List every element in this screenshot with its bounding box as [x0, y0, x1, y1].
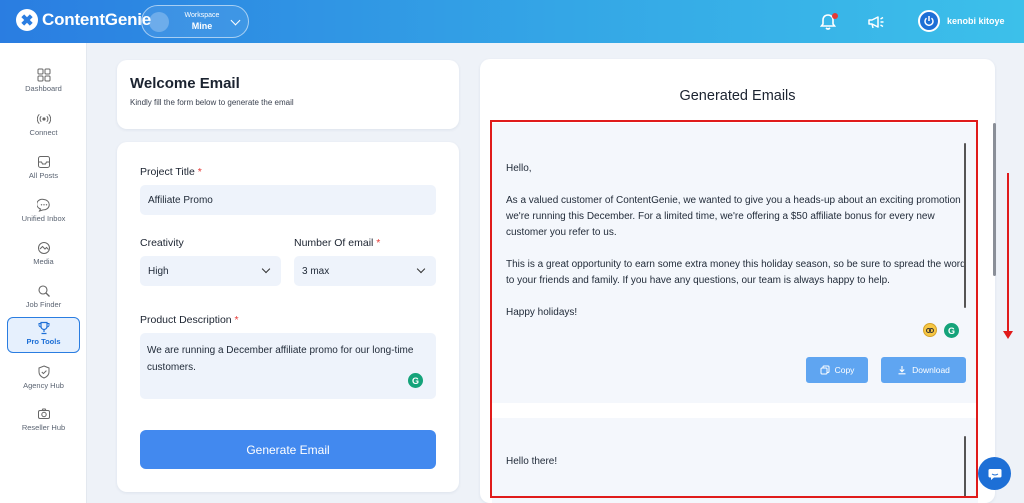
sidebar-item-dashboard[interactable]: Dashboard — [7, 65, 80, 101]
sidebar-item-reseller-hub[interactable]: Reseller Hub — [7, 404, 80, 440]
sidebar-item-label: Connect — [29, 128, 58, 137]
user-name: kenobi kitoye — [947, 16, 1005, 26]
logo-icon — [16, 9, 38, 31]
broadcast-icon — [36, 113, 51, 125]
scroll-down-arrow — [1003, 173, 1013, 339]
generate-email-button[interactable]: Generate Email — [140, 430, 436, 469]
workspace-switcher[interactable]: Workspace Mine — [141, 5, 249, 38]
page-title: Welcome Email — [130, 75, 240, 92]
email-body[interactable]: Hello there! — [506, 454, 966, 486]
sidebar: Dashboard Connect All Posts Unified Inbo… — [0, 43, 87, 503]
workspace-text: Workspace Mine — [172, 12, 232, 31]
product-description-value: We are running a December affiliate prom… — [147, 345, 414, 373]
number-of-email-value: 3 max — [302, 266, 330, 277]
sidebar-item-label: Media — [33, 257, 54, 266]
sidebar-item-label: Dashboard — [25, 84, 62, 93]
email-card: Hello, As a valued customer of ContentGe… — [492, 123, 978, 403]
product-description-textarea[interactable]: We are running a December affiliate prom… — [140, 333, 436, 399]
workspace-avatar — [149, 12, 169, 32]
chat-support-button[interactable] — [978, 457, 1011, 490]
copy-icon — [820, 365, 830, 375]
creativity-label: Creativity — [140, 237, 184, 249]
trophy-icon — [38, 321, 49, 335]
top-header: ContentGenie Workspace Mine kenobi kitoy… — [0, 0, 1024, 43]
sidebar-item-agency-hub[interactable]: Agency Hub — [7, 362, 80, 398]
number-of-email-select[interactable]: 3 max — [294, 256, 436, 286]
email-paragraph: This is a great opportunity to earn some… — [506, 259, 966, 286]
sidebar-item-all-posts[interactable]: All Posts — [7, 152, 80, 188]
page-subtitle: Kindly fill the form below to generate t… — [130, 98, 294, 107]
media-icon — [37, 242, 50, 254]
sidebar-item-connect[interactable]: Connect — [7, 109, 80, 145]
sidebar-item-label: All Posts — [28, 171, 59, 180]
megaphone-icon[interactable] — [866, 12, 886, 32]
user-menu[interactable]: kenobi kitoye — [918, 10, 1005, 32]
workspace-value: Mine — [191, 21, 213, 31]
project-title-value: Affiliate Promo — [148, 195, 213, 206]
brand-name: ContentGenie — [42, 10, 152, 29]
email-paragraph: Happy holidays! — [506, 307, 578, 318]
sidebar-item-label: Pro Tools — [26, 337, 61, 346]
copy-button[interactable]: Copy — [806, 357, 868, 383]
grammarly-icon[interactable]: G — [408, 373, 423, 388]
email-paragraph: Hello there! — [506, 456, 558, 467]
product-description-label: Product Description * — [140, 314, 239, 326]
project-title-label: Project Title * — [140, 166, 202, 178]
label-text: Project Title — [140, 166, 195, 178]
copy-label: Copy — [834, 365, 855, 375]
shield-icon — [38, 365, 49, 379]
camera-icon — [37, 408, 50, 419]
generated-emails-title: Generated Emails — [679, 88, 796, 104]
chat-bubble-icon — [36, 198, 50, 212]
notification-dot — [832, 13, 838, 19]
emoji-reaction-icon[interactable] — [923, 323, 937, 337]
chevron-down-icon — [416, 264, 426, 274]
sidebar-item-label: Unified Inbox — [21, 214, 66, 223]
notifications-bell-icon[interactable] — [818, 12, 838, 32]
label-text: Number Of email — [294, 237, 374, 249]
number-of-email-label: Number Of email * — [294, 237, 380, 249]
project-title-input[interactable]: Affiliate Promo — [140, 185, 436, 215]
grammarly-icon[interactable]: G — [944, 323, 959, 338]
sidebar-item-label: Job Finder — [25, 300, 62, 309]
sidebar-item-pro-tools[interactable]: Pro Tools — [7, 317, 80, 353]
sidebar-item-job-finder[interactable]: Job Finder — [7, 281, 80, 317]
inbox-icon — [37, 156, 50, 168]
email-card: Hello there! — [492, 418, 978, 503]
download-icon — [898, 366, 906, 375]
search-doc-icon — [37, 285, 50, 297]
creativity-select[interactable]: High — [140, 256, 281, 286]
label-text: Creativity — [140, 237, 184, 249]
brand-logo[interactable]: ContentGenie — [16, 9, 151, 31]
required-marker: * — [376, 237, 381, 249]
creativity-value: High — [148, 266, 169, 277]
power-icon — [918, 10, 940, 32]
sidebar-item-label: Agency Hub — [23, 381, 64, 390]
email-scrollbar[interactable] — [964, 436, 966, 498]
required-marker: * — [234, 314, 239, 326]
chat-icon — [988, 468, 1001, 480]
chevron-down-icon — [261, 264, 271, 274]
label-text: Product Description — [140, 314, 232, 326]
generated-emails-panel: Generated Emails Hello, As a valued cust… — [480, 59, 995, 503]
panel-scrollbar[interactable] — [993, 123, 996, 276]
workspace-label: Workspace — [184, 12, 220, 19]
email-scrollbar[interactable] — [964, 143, 966, 308]
email-paragraph: As a valued customer of ContentGenie, we… — [506, 195, 961, 238]
download-button[interactable]: Download — [881, 357, 966, 383]
email-paragraph: Hello, — [506, 163, 532, 174]
chevron-down-icon — [230, 15, 241, 26]
sidebar-item-label: Reseller Hub — [21, 423, 66, 432]
download-label: Download — [912, 365, 950, 375]
sidebar-item-media[interactable]: Media — [7, 238, 80, 274]
welcome-card: Welcome Email Kindly fill the form below… — [117, 60, 459, 129]
required-marker: * — [197, 166, 202, 178]
email-body[interactable]: Hello, As a valued customer of ContentGe… — [506, 161, 966, 337]
email-form: Project Title * Affiliate Promo Creativi… — [117, 142, 459, 492]
sidebar-item-unified-inbox[interactable]: Unified Inbox — [7, 195, 80, 231]
grid-icon — [37, 68, 50, 82]
